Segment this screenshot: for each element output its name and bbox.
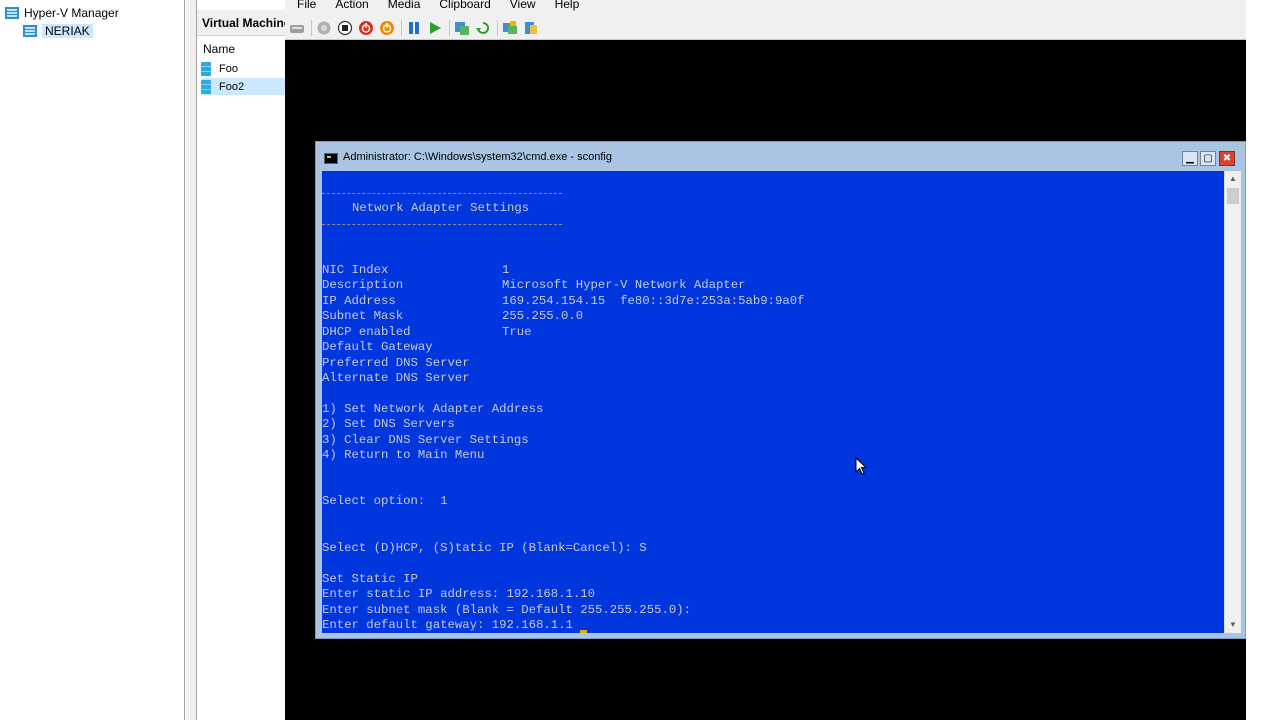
vm-name: Foo bbox=[219, 62, 238, 75]
menu-file[interactable]: File bbox=[291, 0, 323, 13]
vm-name: Foo2 bbox=[219, 80, 245, 93]
pause-icon[interactable] bbox=[406, 20, 422, 36]
ctrl-alt-del-icon[interactable] bbox=[289, 20, 305, 36]
heading-divider-bottom bbox=[322, 224, 562, 225]
setting-label: Default Gateway bbox=[322, 340, 433, 354]
tree-item-server[interactable]: NERIAK bbox=[22, 22, 93, 40]
vertical-scrollbar[interactable]: ▲ ▼ bbox=[1224, 171, 1241, 633]
menu-option: 3) Clear DNS Server Settings bbox=[322, 433, 529, 447]
setting-label: DHCP enabled bbox=[322, 325, 411, 339]
server-icon bbox=[22, 23, 38, 39]
menu-option: 2) Set DNS Servers bbox=[322, 417, 455, 431]
revert-icon[interactable] bbox=[475, 20, 491, 36]
save-icon[interactable] bbox=[379, 20, 395, 36]
close-icon: ✖ bbox=[1222, 152, 1232, 164]
menu-view[interactable]: View bbox=[504, 0, 543, 13]
turn-off-icon[interactable] bbox=[337, 20, 353, 36]
setting-label: Subnet Mask bbox=[322, 309, 404, 323]
minimize-button[interactable]: ▁ bbox=[1182, 151, 1198, 166]
tree-item-label: NERIAK bbox=[42, 24, 93, 38]
setting-value: 1 bbox=[502, 263, 510, 277]
scroll-thumb[interactable] bbox=[1227, 188, 1239, 204]
share-icon[interactable] bbox=[502, 20, 518, 36]
tree-item-label: Hyper-V Manager bbox=[24, 6, 119, 20]
static-ip-line: Enter static IP address: 192.168.1.10 bbox=[322, 587, 596, 601]
minimize-icon: ▁ bbox=[1186, 152, 1194, 164]
setting-value: True bbox=[502, 325, 532, 339]
console-output[interactable]: Network Adapter Settings NIC Index 1 Des… bbox=[322, 171, 1224, 633]
menu-bar: File Action Media Clipboard View Help bbox=[285, 0, 586, 13]
tree-item-hyperv-manager[interactable]: Hyper-V Manager bbox=[4, 4, 119, 22]
cmd-window-title: Administrator: C:\Windows\system32\cmd.e… bbox=[343, 151, 612, 163]
menu-option: 4) Return to Main Menu bbox=[322, 448, 485, 462]
scroll-up-icon[interactable]: ▲ bbox=[1225, 172, 1241, 186]
vm-row-foo[interactable]: Foo bbox=[201, 60, 293, 77]
static-ip-line: Enter default gateway: 192.168.1.1 bbox=[322, 618, 573, 632]
select-option-prompt: Select option: 1 bbox=[322, 494, 448, 508]
virtual-machines-pane: Virtual Machines Name Foo Foo2 bbox=[196, 0, 297, 720]
mouse-pointer-icon bbox=[855, 457, 867, 475]
maximize-button[interactable]: ▢ bbox=[1200, 151, 1216, 166]
static-ip-line: Enter subnet mask (Blank = Default 255.2… bbox=[322, 603, 691, 617]
console-heading: Network Adapter Settings bbox=[352, 201, 530, 215]
menu-action[interactable]: Action bbox=[329, 0, 375, 13]
cmd-icon bbox=[324, 153, 338, 164]
close-button[interactable]: ✖ bbox=[1219, 151, 1235, 166]
vm-icon bbox=[201, 79, 211, 94]
navigation-tree-pane: Hyper-V Manager NERIAK bbox=[0, 0, 185, 720]
enhanced-session-icon[interactable] bbox=[523, 20, 539, 36]
static-ip-line: Set Static IP bbox=[322, 572, 418, 586]
select-mode-prompt: Select (D)HCP, (S)tatic IP (Blank=Cancel… bbox=[322, 541, 647, 555]
setting-label: NIC Index bbox=[322, 263, 389, 277]
setting-value: 169.254.154.15 fe80::3d7e:253a:5ab9:9a0f bbox=[502, 294, 805, 308]
menu-media[interactable]: Media bbox=[382, 0, 428, 13]
toolbar-separator bbox=[401, 20, 402, 36]
toolbar bbox=[289, 18, 544, 38]
toolbar-separator bbox=[497, 20, 498, 36]
menu-option: 1) Set Network Adapter Address bbox=[322, 402, 544, 416]
menu-help[interactable]: Help bbox=[549, 0, 587, 13]
virtual-machines-header: Virtual Machines bbox=[197, 10, 297, 36]
cmd-window: Administrator: C:\Windows\system32\cmd.e… bbox=[315, 141, 1246, 639]
name-column-header[interactable]: Name bbox=[203, 42, 235, 56]
shut-down-icon[interactable] bbox=[358, 20, 374, 36]
checkpoint-icon[interactable] bbox=[454, 20, 470, 36]
maximize-icon: ▢ bbox=[1203, 152, 1213, 164]
toolbar-separator bbox=[449, 20, 450, 36]
setting-value: Microsoft Hyper-V Network Adapter bbox=[502, 278, 746, 292]
vm-icon bbox=[201, 61, 211, 76]
start-icon[interactable] bbox=[316, 20, 332, 36]
setting-label: Alternate DNS Server bbox=[322, 371, 470, 385]
setting-label: Description bbox=[322, 278, 404, 292]
cmd-title-bar[interactable]: Administrator: C:\Windows\system32\cmd.e… bbox=[316, 142, 1245, 172]
vm-connection-chrome: File Action Media Clipboard View Help bbox=[285, 0, 1246, 40]
toolbar-separator bbox=[311, 20, 312, 36]
pane-splitter[interactable] bbox=[186, 0, 196, 720]
vm-row-foo2[interactable]: Foo2 bbox=[201, 78, 293, 95]
setting-label: Preferred DNS Server bbox=[322, 356, 470, 370]
heading-divider-top bbox=[322, 193, 562, 194]
scroll-down-icon[interactable]: ▼ bbox=[1225, 618, 1241, 632]
setting-label: IP Address bbox=[322, 294, 396, 308]
setting-value: 255.255.0.0 bbox=[502, 309, 584, 323]
text-cursor bbox=[580, 630, 587, 633]
menu-clipboard[interactable]: Clipboard bbox=[433, 0, 497, 13]
resume-icon[interactable] bbox=[427, 20, 443, 36]
hyperv-manager-icon bbox=[4, 5, 20, 21]
